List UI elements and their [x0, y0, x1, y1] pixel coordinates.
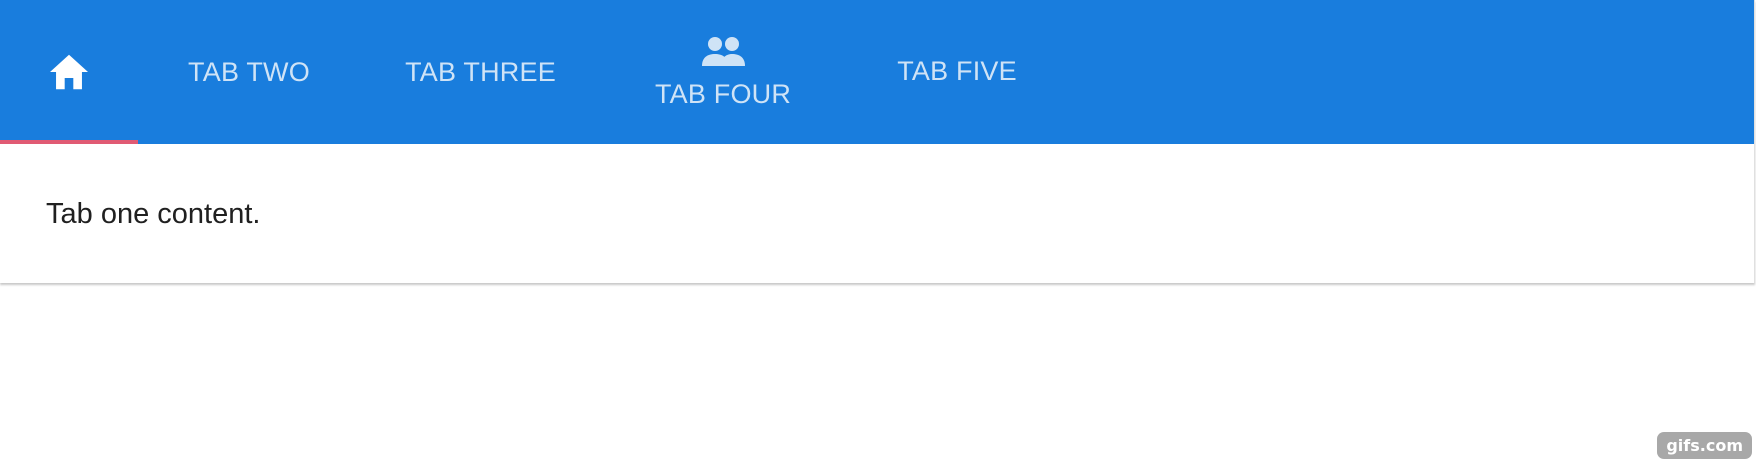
- tab-content-text: Tab one content.: [46, 198, 261, 230]
- tab-bar: TAB TWO TAB THREE TAB FOUR TAB FIVE: [0, 0, 1754, 144]
- people-icon: [699, 35, 747, 69]
- tab-two-label: TAB TWO: [188, 56, 310, 87]
- tab-home[interactable]: [0, 0, 138, 144]
- watermark: gifs.com: [1657, 432, 1752, 459]
- active-tab-indicator: [0, 140, 138, 144]
- home-icon: [48, 53, 90, 91]
- tabs-card: TAB TWO TAB THREE TAB FOUR TAB FIVE Tab …: [0, 0, 1755, 283]
- tab-three-label: TAB THREE: [405, 56, 556, 87]
- tab-five[interactable]: TAB FIVE: [845, 0, 1069, 144]
- tab-four[interactable]: TAB FOUR: [601, 0, 845, 144]
- page: TAB TWO TAB THREE TAB FOUR TAB FIVE Tab …: [0, 0, 1756, 466]
- tab-three[interactable]: TAB THREE: [360, 0, 601, 144]
- tab-five-label: TAB FIVE: [897, 55, 1017, 86]
- tab-panel: Tab one content.: [0, 144, 1754, 231]
- tab-four-label: TAB FOUR: [654, 78, 792, 109]
- tab-two[interactable]: TAB TWO: [138, 0, 360, 144]
